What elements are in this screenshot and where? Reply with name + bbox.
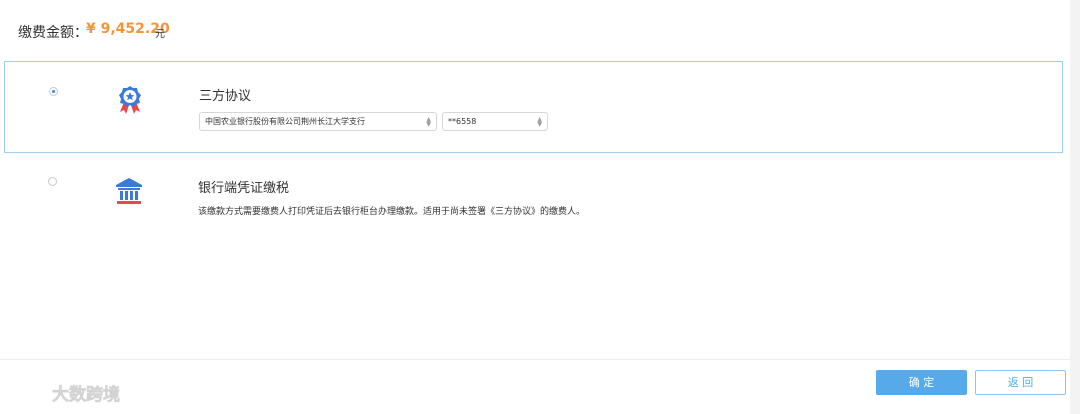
confirm-button[interactable]: 确 定 xyxy=(876,370,967,395)
watermark-logo: 大数跨境 xyxy=(6,378,146,408)
account-select[interactable]: **6558 ▲ ▼ xyxy=(442,112,548,131)
payment-amount-bar: 缴费金额： ¥ 9,452.20 元 xyxy=(0,0,1080,62)
tripartite-title: 三方协议 xyxy=(199,89,252,104)
payment-amount-label: 缴费金额： xyxy=(18,25,88,41)
select-caret-icon: ▲ ▼ xyxy=(426,116,431,128)
payment-amount-unit: 元 xyxy=(155,29,165,40)
select-caret-icon: ▲ ▼ xyxy=(537,116,542,128)
bank-select-value: 中国农业银行股份有限公司荆州长江大学支行 xyxy=(205,117,365,126)
bank-building-icon xyxy=(114,176,144,208)
account-select-value: **6558 xyxy=(448,117,477,126)
bank-voucher-radio[interactable] xyxy=(48,177,57,186)
footer-divider xyxy=(0,359,1070,360)
back-button[interactable]: 返 回 xyxy=(975,370,1066,395)
watermark-text: 大数跨境 xyxy=(52,384,120,405)
award-ribbon-icon xyxy=(115,84,145,116)
tripartite-radio[interactable] xyxy=(49,87,58,96)
payment-option-bank-voucher[interactable]: 银行端凭证缴税 该缴款方式需要缴费人打印凭证后去银行柜台办理缴款。适用于尚未签署… xyxy=(4,154,1063,234)
payment-option-tripartite[interactable]: 三方协议 中国农业银行股份有限公司荆州长江大学支行 ▲ ▼ **6558 ▲ ▼ xyxy=(4,61,1063,153)
bank-voucher-description: 该缴款方式需要缴费人打印凭证后去银行柜台办理缴款。适用于尚未签署《三方协议》的缴… xyxy=(198,207,586,217)
bank-select[interactable]: 中国农业银行股份有限公司荆州长江大学支行 ▲ ▼ xyxy=(199,112,437,131)
scrollbar-track[interactable] xyxy=(1070,0,1080,414)
bank-voucher-title: 银行端凭证缴税 xyxy=(198,181,290,196)
